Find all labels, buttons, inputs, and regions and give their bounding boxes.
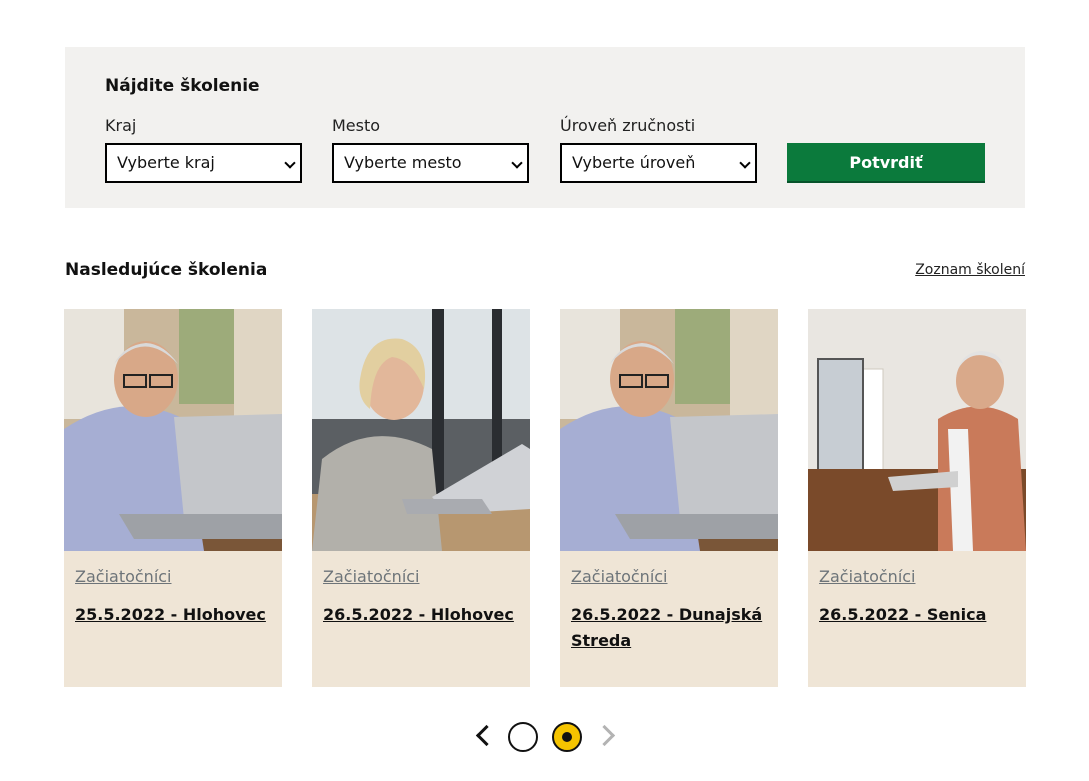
card-photo[interactable]	[560, 309, 778, 551]
chevron-down-icon	[511, 157, 523, 169]
skill-level-label: Úroveň zručnosti	[560, 116, 696, 135]
region-select-value: Vyberte kraj	[117, 153, 215, 172]
training-card[interactable]: Začiatočníci 25.5.2022 - Hlohovec	[64, 309, 282, 687]
training-list-link[interactable]: Zoznam školení	[915, 262, 1025, 278]
card-category-link[interactable]: Začiatočníci	[323, 567, 420, 586]
submit-button[interactable]: Potvrdiť	[787, 143, 985, 183]
search-title: Nájdite školenie	[105, 76, 260, 96]
card-title-link[interactable]: 25.5.2022 - Hlohovec	[75, 602, 271, 628]
pager-dot-1[interactable]	[508, 722, 538, 752]
pager-dot-2-active[interactable]	[552, 722, 582, 752]
city-select[interactable]: Vyberte mesto	[332, 143, 529, 183]
card-photo[interactable]	[312, 309, 530, 551]
region-select[interactable]: Vyberte kraj	[105, 143, 302, 183]
card-category-link[interactable]: Začiatočníci	[571, 567, 668, 586]
skill-level-select-value: Vyberte úroveň	[572, 153, 696, 172]
card-title-link[interactable]: 26.5.2022 - Dunajská Streda	[571, 602, 767, 654]
chevron-down-icon	[739, 157, 751, 169]
card-photo[interactable]	[64, 309, 282, 551]
chevron-right-icon[interactable]	[593, 724, 616, 747]
card-category-link[interactable]: Začiatočníci	[75, 567, 172, 586]
training-card[interactable]: Začiatočníci 26.5.2022 - Senica	[808, 309, 1026, 687]
city-select-value: Vyberte mesto	[344, 153, 462, 172]
city-label: Mesto	[332, 116, 381, 135]
card-category-link[interactable]: Začiatočníci	[819, 567, 916, 586]
training-card[interactable]: Začiatočníci 26.5.2022 - Dunajská Streda	[560, 309, 778, 687]
training-card[interactable]: Začiatočníci 26.5.2022 - Hlohovec	[312, 309, 530, 687]
card-title-link[interactable]: 26.5.2022 - Senica	[819, 602, 1015, 628]
skill-level-select[interactable]: Vyberte úroveň	[560, 143, 757, 183]
chevron-down-icon	[284, 157, 296, 169]
upcoming-title: Nasledujúce školenia	[65, 260, 268, 280]
chevron-left-icon[interactable]	[475, 724, 498, 747]
card-title-link[interactable]: 26.5.2022 - Hlohovec	[323, 602, 519, 628]
region-label: Kraj	[105, 116, 137, 135]
search-panel: Nájdite školenie Kraj Vyberte kraj Mesto…	[65, 47, 1025, 208]
card-photo[interactable]	[808, 309, 1026, 551]
